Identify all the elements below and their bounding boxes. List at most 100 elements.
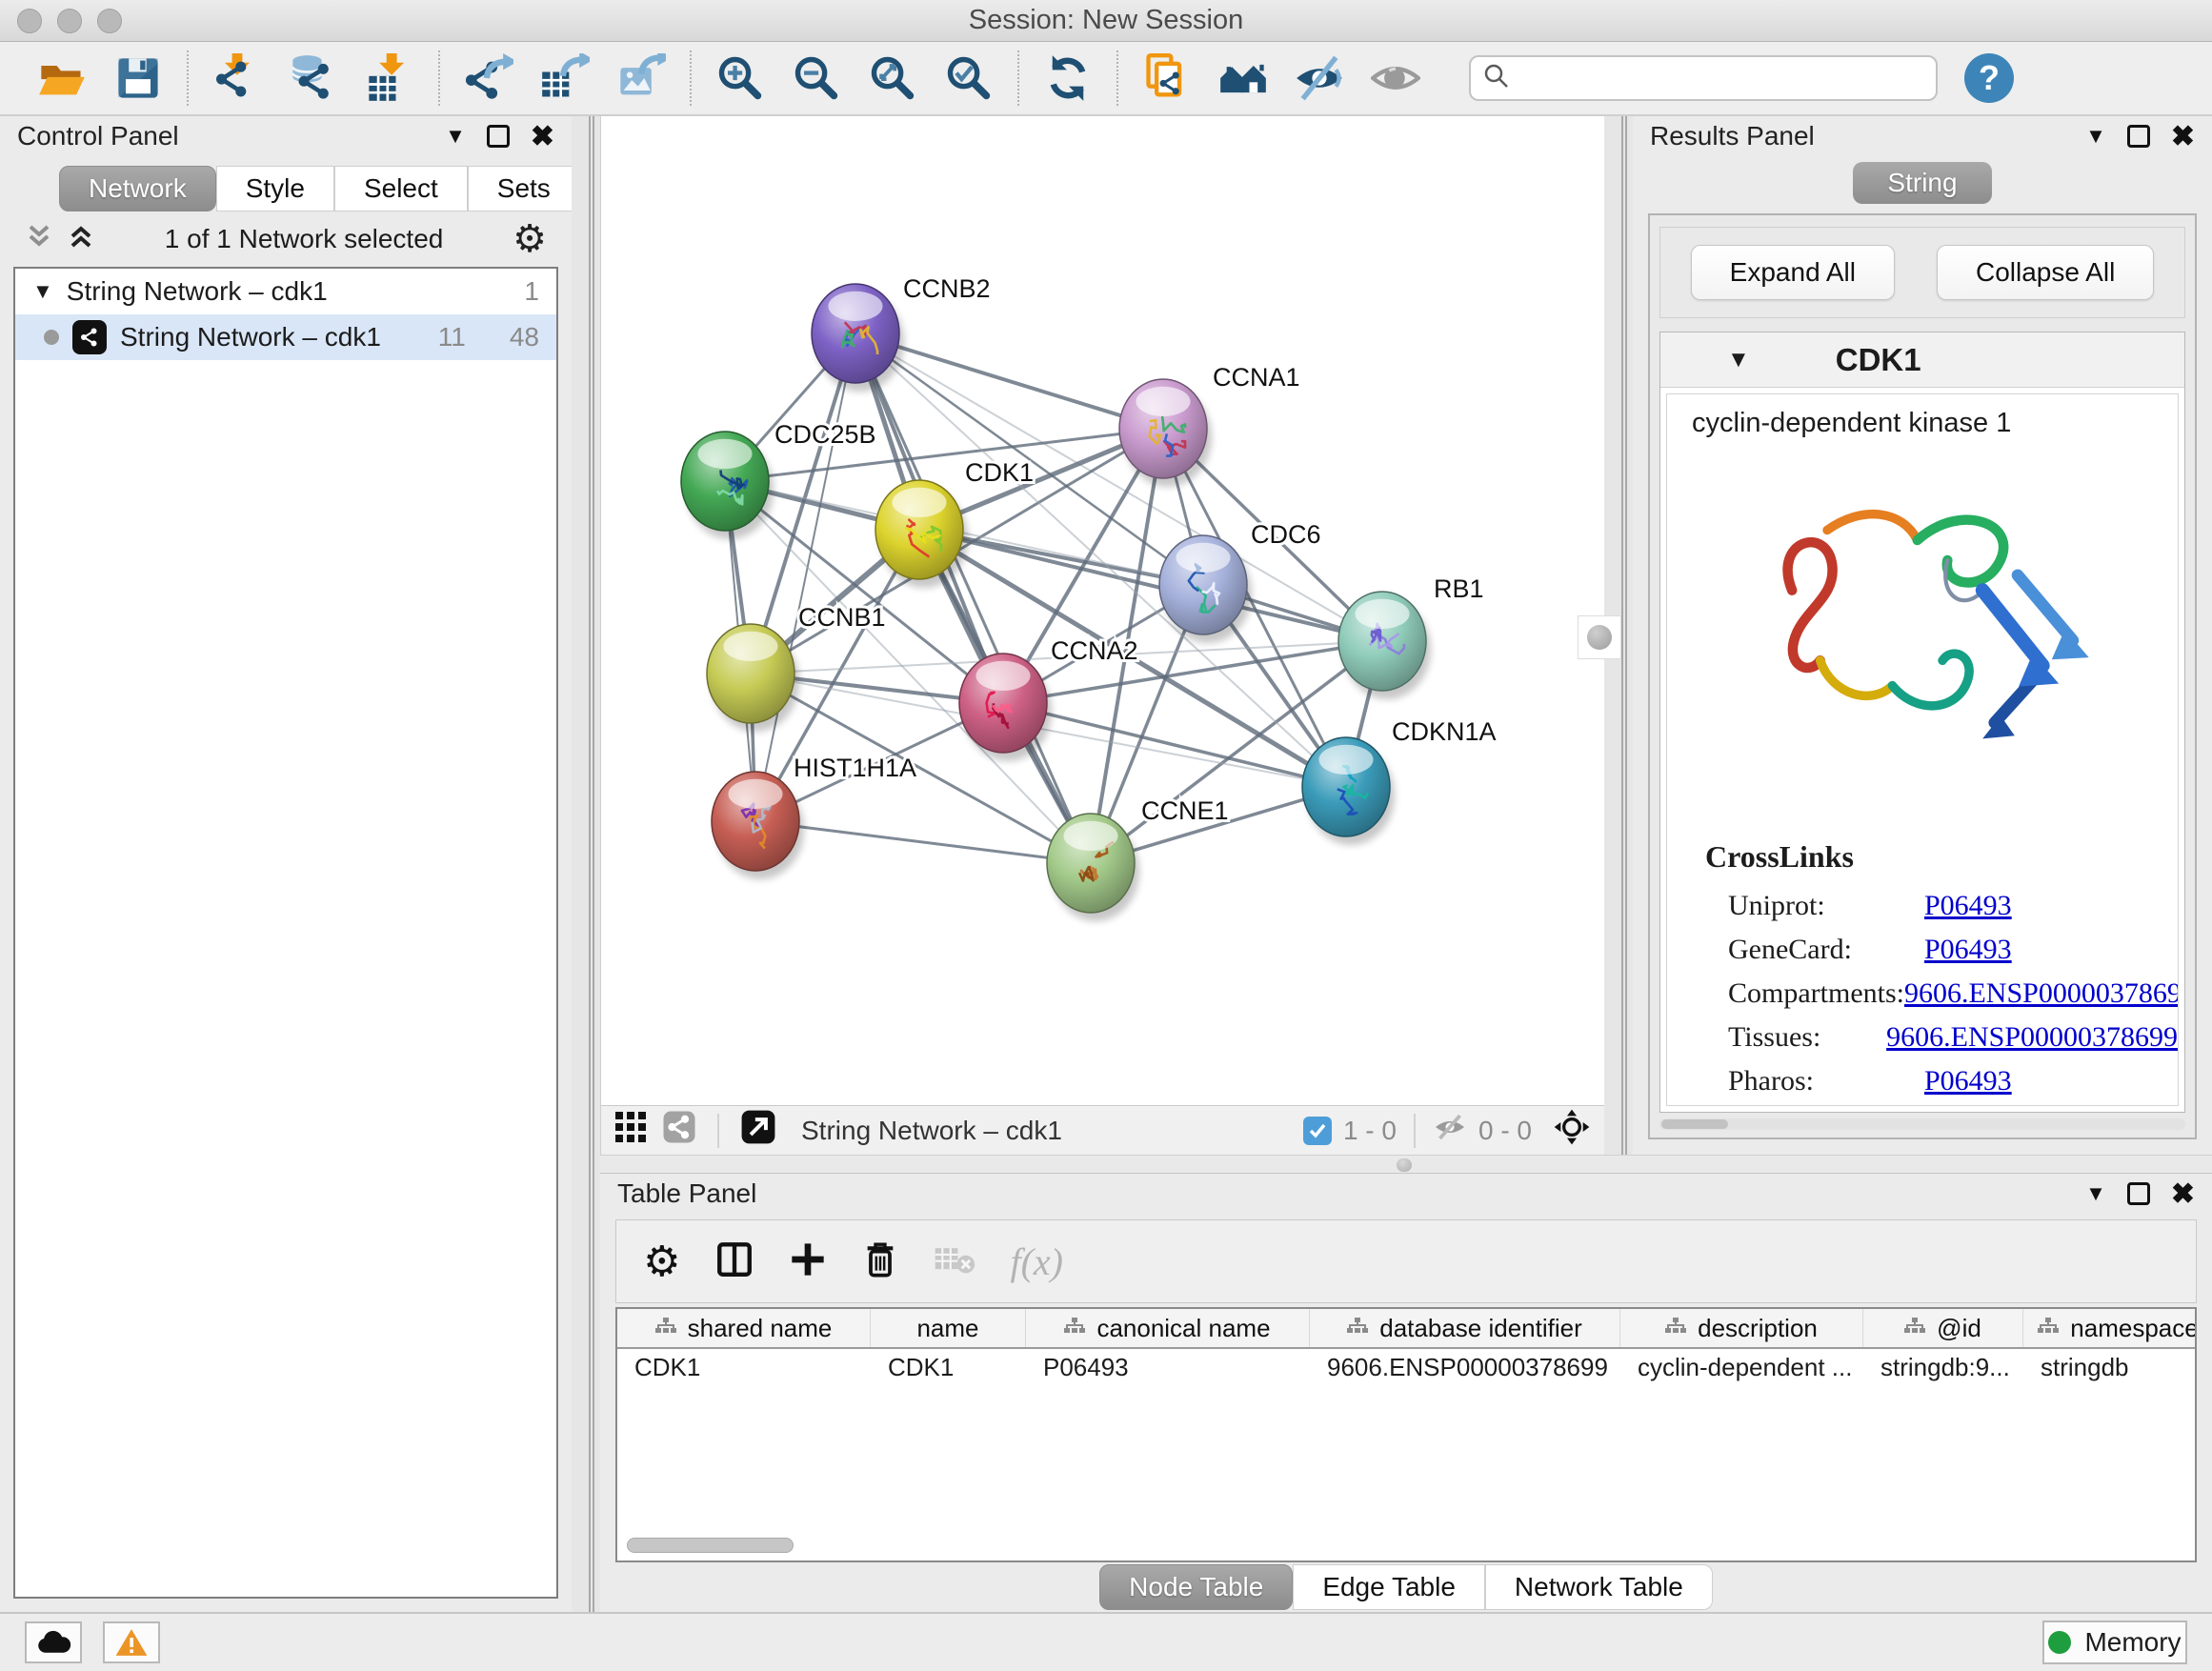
- collapse-all-tree-icon[interactable]: [25, 221, 53, 258]
- open-in-window-icon[interactable]: [740, 1109, 776, 1152]
- eye-gray-button[interactable]: [1364, 49, 1427, 108]
- column-header-description[interactable]: description: [1620, 1309, 1863, 1347]
- node-CDKN1A[interactable]: [1302, 737, 1395, 845]
- crosslink-link[interactable]: 9606.ENSP00000378699: [1904, 977, 2179, 1010]
- node-CDC25B[interactable]: [681, 432, 774, 539]
- horizontal-splitter[interactable]: [600, 1155, 2212, 1174]
- crosslink-link[interactable]: P06493: [1924, 1065, 2012, 1097]
- zoom-out-button[interactable]: [785, 49, 848, 108]
- control-panel-close-button[interactable]: ✖: [531, 120, 554, 153]
- table-cell[interactable]: CDK1: [617, 1349, 871, 1385]
- import-table-from-file-button[interactable]: [358, 49, 421, 108]
- crosslink-link[interactable]: 9606.ENSP00000378699: [1886, 1021, 2178, 1054]
- export-table-button[interactable]: [533, 49, 596, 108]
- zoom-fit-content-button[interactable]: [861, 49, 924, 108]
- column-header--id[interactable]: @id: [1863, 1309, 2023, 1347]
- zoom-in-button[interactable]: [709, 49, 772, 108]
- table-cell[interactable]: stringdb:9...: [1863, 1349, 2023, 1385]
- table-panel-float-button[interactable]: [2127, 1182, 2150, 1205]
- refresh-view-button[interactable]: [1036, 49, 1099, 108]
- tab-node-table[interactable]: Node Table: [1099, 1564, 1293, 1610]
- expand-all-tree-icon[interactable]: [67, 221, 95, 258]
- tree-expand-icon[interactable]: ▼: [32, 279, 53, 304]
- network-row-selected[interactable]: String Network – cdk1 11 48: [15, 314, 556, 360]
- section-collapse-icon[interactable]: ▼: [1727, 347, 1750, 373]
- column-header-database-identifier[interactable]: database identifier: [1310, 1309, 1620, 1347]
- delete-column-trash-icon[interactable]: [861, 1238, 899, 1285]
- left-panel-divider[interactable]: [572, 116, 600, 1612]
- control-panel-menu-icon[interactable]: ▼: [445, 124, 466, 149]
- expand-all-button[interactable]: Expand All: [1691, 245, 1895, 300]
- node-CCNB1[interactable]: [707, 624, 799, 732]
- tab-string[interactable]: String: [1853, 162, 1991, 204]
- results-scrollbar[interactable]: [1659, 1118, 2185, 1130]
- column-header-namespace[interactable]: namespace: [2023, 1309, 2195, 1347]
- results-panel-divider[interactable]: [1604, 116, 1633, 1155]
- import-network-from-database-button[interactable]: [282, 49, 345, 108]
- houses-button[interactable]: [1212, 49, 1275, 108]
- results-panel-float-button[interactable]: [2127, 125, 2150, 148]
- tab-network-table[interactable]: Network Table: [1485, 1564, 1713, 1610]
- table-cell[interactable]: cyclin-dependent ...: [1620, 1349, 1863, 1385]
- fit-selected-crosshair-icon[interactable]: [1553, 1108, 1591, 1153]
- control-panel-float-button[interactable]: [487, 125, 510, 148]
- crosslink-link[interactable]: P06493: [1924, 890, 2012, 922]
- edge-CCNB2-CCNE1[interactable]: [855, 333, 1091, 863]
- tab-sets[interactable]: Sets: [468, 166, 580, 211]
- column-header-canonical-name[interactable]: canonical name: [1026, 1309, 1310, 1347]
- tab-select[interactable]: Select: [334, 166, 468, 211]
- search-input[interactable]: [1520, 64, 1924, 93]
- table-cell[interactable]: stringdb: [2023, 1349, 2195, 1385]
- table-horizontal-scrollbar[interactable]: [627, 1538, 794, 1553]
- add-column-plus-icon[interactable]: [789, 1240, 827, 1283]
- save-session-button[interactable]: [107, 49, 170, 108]
- collapse-all-button[interactable]: Collapse All: [1937, 245, 2154, 300]
- results-panel-close-button[interactable]: ✖: [2171, 120, 2195, 153]
- node-CDK1[interactable]: [875, 480, 968, 588]
- node-CCNA2[interactable]: [959, 654, 1052, 761]
- divider-handle[interactable]: [1578, 615, 1621, 659]
- help-button[interactable]: ?: [1964, 53, 2014, 103]
- network-options-gear-icon[interactable]: ⚙: [513, 217, 547, 261]
- eye-slash-blue-button[interactable]: [1288, 49, 1351, 108]
- open-session-button[interactable]: [30, 49, 93, 108]
- warning-button[interactable]: [103, 1621, 160, 1663]
- node-HIST1H1A[interactable]: [712, 772, 804, 879]
- column-header-name[interactable]: name: [871, 1309, 1026, 1347]
- splitter-handle[interactable]: [1397, 1158, 1412, 1172]
- import-network-from-file-button[interactable]: [206, 49, 269, 108]
- results-panel-menu-icon[interactable]: ▼: [2085, 124, 2106, 149]
- table-settings-gear-icon[interactable]: ⚙: [643, 1238, 680, 1286]
- zoom-selected-button[interactable]: [937, 49, 1000, 108]
- table-cell[interactable]: CDK1: [871, 1349, 1026, 1385]
- node-CCNB2[interactable]: [812, 284, 904, 392]
- grid-view-icon[interactable]: [614, 1111, 647, 1150]
- hidden-count: 0 - 0: [1478, 1116, 1532, 1146]
- table-panel-close-button[interactable]: ✖: [2171, 1178, 2195, 1211]
- node-table[interactable]: shared namenamecanonical namedatabase id…: [615, 1307, 2197, 1562]
- share-view-icon[interactable]: [662, 1110, 696, 1151]
- tab-network[interactable]: Network: [59, 166, 216, 211]
- clone-network-button[interactable]: [1136, 49, 1198, 108]
- table-panel-menu-icon[interactable]: ▼: [2085, 1181, 2106, 1206]
- crosslink-link[interactable]: P06493: [1924, 934, 2012, 966]
- search-box[interactable]: [1469, 55, 1938, 101]
- table-cell[interactable]: P06493: [1026, 1349, 1310, 1385]
- column-header-shared-name[interactable]: shared name: [617, 1309, 871, 1347]
- edge-CCNB2-HIST1H1A[interactable]: [755, 333, 855, 821]
- network-collection-row[interactable]: ▼ String Network – cdk1 1: [15, 269, 556, 314]
- tab-style[interactable]: Style: [216, 166, 334, 211]
- memory-button[interactable]: Memory: [2042, 1621, 2187, 1664]
- export-image-button[interactable]: [610, 49, 673, 108]
- node-CCNE1[interactable]: [1047, 814, 1139, 921]
- edge-CCNE1-HIST1H1A[interactable]: [755, 821, 1091, 863]
- node-CCNA1[interactable]: [1119, 379, 1212, 487]
- export-network-button[interactable]: [457, 49, 520, 108]
- table-row[interactable]: CDK1CDK1P064939606.ENSP00000378699cyclin…: [617, 1349, 2195, 1385]
- show-columns-icon[interactable]: [714, 1239, 754, 1284]
- node-RB1[interactable]: [1338, 592, 1431, 699]
- tab-edge-table[interactable]: Edge Table: [1293, 1564, 1485, 1610]
- table-cell[interactable]: 9606.ENSP00000378699: [1310, 1349, 1620, 1385]
- cloud-button[interactable]: [25, 1621, 82, 1663]
- network-canvas[interactable]: CCNB2CCNA1CDC25BCDK1CDC6RB1CCNB1CCNA2CDK…: [601, 116, 1604, 1105]
